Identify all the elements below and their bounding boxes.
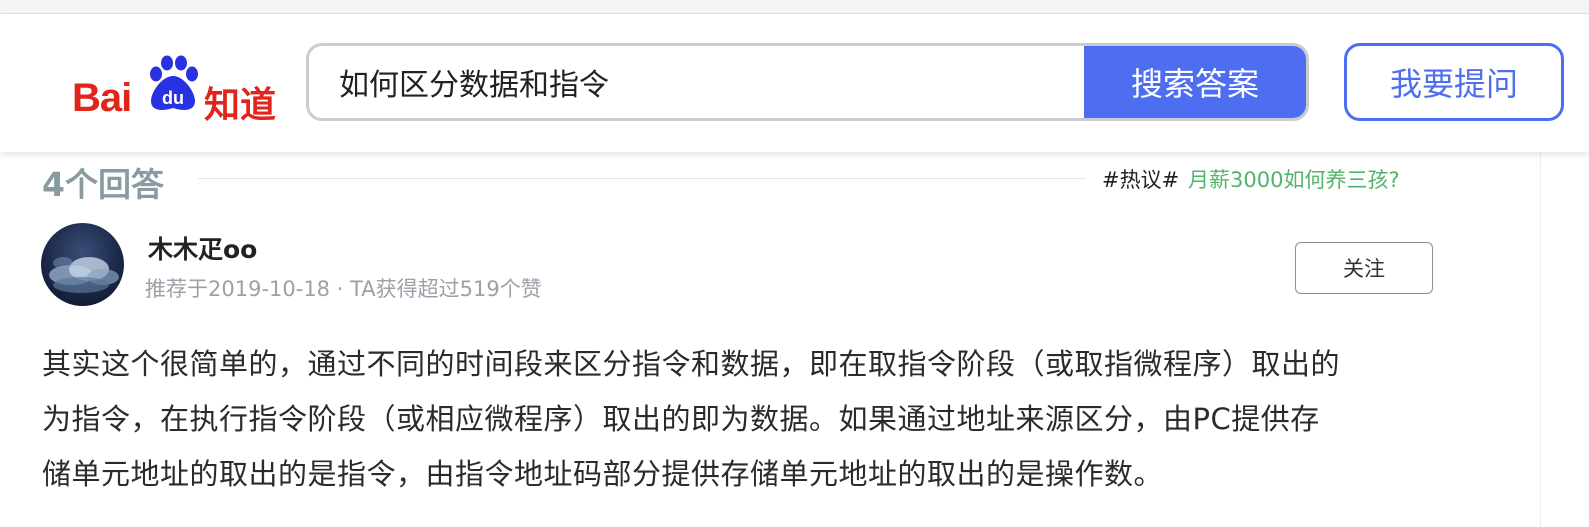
hot-topic-tag: #热议# xyxy=(1102,168,1180,192)
answer-line: 其实这个很简单的，通过不同的时间段来区分指令和数据，即在取指令阶段（或取指微程序… xyxy=(42,347,1341,381)
logo-zhidao-text: 知道 xyxy=(204,85,277,126)
answer-body: 其实这个很简单的，通过不同的时间段来区分指令和数据，即在取指令阶段（或取指微程序… xyxy=(42,337,1452,502)
search-box: 搜索答案 xyxy=(306,43,1309,121)
page: Bai du 知道 搜索答案 我要提问 4个回答 #热议# 月薪3000如何养三… xyxy=(0,0,1589,527)
content-right-edge xyxy=(1540,152,1541,527)
logo-bai-text: Bai xyxy=(72,76,132,120)
baidu-zhidao-logo[interactable]: Bai du 知道 xyxy=(70,50,280,126)
header: Bai du 知道 搜索答案 我要提问 xyxy=(0,14,1589,152)
avatar-cloud-image xyxy=(49,257,119,293)
follow-button[interactable]: 关注 xyxy=(1295,242,1433,294)
answer-line: 储单元地址的取出的是指令，由指令地址码部分提供存储单元地址的取出的是操作数。 xyxy=(42,457,1164,491)
search-answers-button[interactable]: 搜索答案 xyxy=(1084,46,1306,118)
answer-meta: 推荐于2019-10-18 · TA获得超过519个赞 xyxy=(145,277,542,301)
hot-topic-link[interactable]: 月薪3000如何养三孩? xyxy=(1188,164,1400,194)
ask-question-button[interactable]: 我要提问 xyxy=(1344,43,1564,121)
avatar[interactable] xyxy=(41,223,124,306)
answer-line: 为指令，在执行指令阶段（或相应微程序）取出的即为数据。如果通过地址来源区分，由P… xyxy=(42,402,1320,436)
search-input[interactable] xyxy=(309,46,1089,118)
answerer-username[interactable]: 木木疋oo xyxy=(148,230,257,266)
answers-count-heading: 4个回答 xyxy=(42,165,164,204)
baidu-paw-icon: du xyxy=(150,55,198,110)
section-divider xyxy=(198,178,1086,179)
browser-top-strip xyxy=(0,0,1589,14)
logo-du-text: du xyxy=(162,88,184,108)
